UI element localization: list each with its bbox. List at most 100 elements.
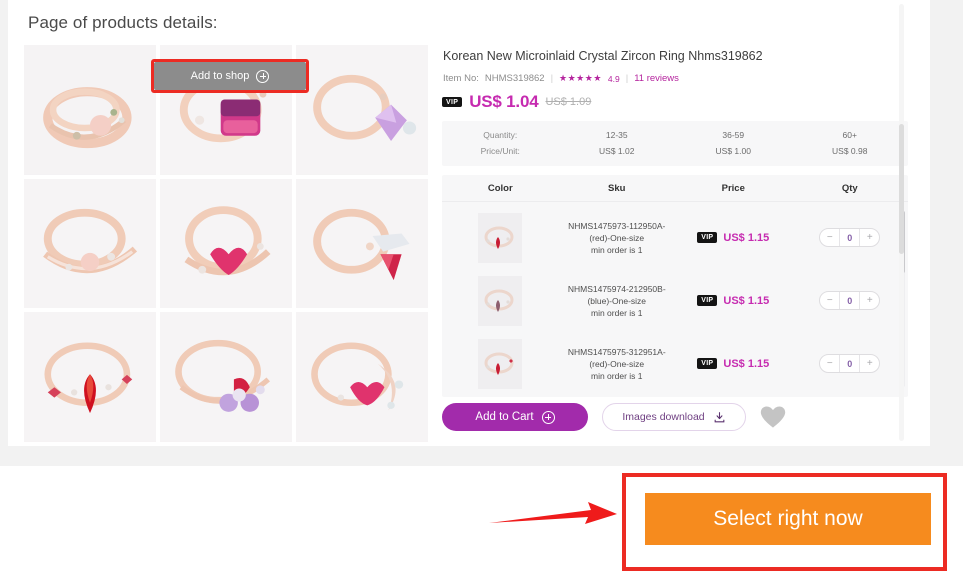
tier-quantity-label: Quantity: xyxy=(483,130,518,140)
add-to-shop-highlight-box: Add to shop xyxy=(151,59,309,93)
images-download-button[interactable]: Images download xyxy=(602,403,746,431)
sku-color-cell xyxy=(442,275,559,326)
ring-thumb-red-star-icon xyxy=(478,338,523,389)
sku-thumbnail[interactable] xyxy=(478,212,523,263)
quantity-decrease-button[interactable]: − xyxy=(820,229,839,246)
page-title: Page of products details: xyxy=(28,13,218,32)
table-row: NHMS1475973-112950A- (red)-One-size min … xyxy=(442,206,908,269)
gallery-cell[interactable] xyxy=(160,312,292,442)
tier-price-row: Price/Unit: US$ 1.02 US$ 1.00 US$ 0.98 xyxy=(442,143,908,159)
select-right-now-label: Select right now xyxy=(713,507,863,530)
quantity-decrease-button[interactable]: − xyxy=(820,355,839,372)
tier-price-3: US$ 0.98 xyxy=(832,146,868,156)
page-scrollbar-thumb[interactable] xyxy=(899,124,904,254)
gallery-cell[interactable] xyxy=(296,45,428,175)
quantity-value[interactable]: 0 xyxy=(839,229,861,246)
quantity-value[interactable]: 0 xyxy=(839,292,861,309)
tier-quantity-2: 36-59 xyxy=(722,130,745,140)
sku-vip-badge: VIP xyxy=(697,295,718,306)
sku-table-header: Color Sku Price Qty xyxy=(442,175,908,202)
add-to-shop-label: Add to shop xyxy=(190,70,250,82)
sku-name-cell: NHMS1475975-312951A- (red)-One-size min … xyxy=(559,346,676,382)
tier-quantity-row: Quantity: 12-35 36-59 60+ xyxy=(442,127,908,143)
ring-thumb-red-icon xyxy=(478,212,523,263)
sku-vip-badge: VIP xyxy=(697,358,718,369)
sku-color-cell xyxy=(442,212,559,263)
heart-icon[interactable] xyxy=(760,405,786,429)
product-image-grid xyxy=(24,45,428,442)
sku-column-sku: Sku xyxy=(608,183,626,194)
price-row: VIP US$ 1.04 US$ 1.09 xyxy=(442,92,914,112)
add-to-shop-button[interactable]: Add to shop xyxy=(154,62,306,90)
sku-thumbnail[interactable] xyxy=(478,338,523,389)
sku-min-order: min order is 1 xyxy=(591,370,643,381)
gallery-cell[interactable] xyxy=(24,45,156,175)
sku-code: NHMS1475975-312951A- xyxy=(567,346,666,357)
sku-qty-cell: − 0 + xyxy=(792,291,909,310)
quantity-increase-button[interactable]: + xyxy=(860,355,879,372)
gallery-cell[interactable] xyxy=(296,312,428,442)
gallery-cell[interactable] xyxy=(160,178,292,309)
tier-quantity-3: 60+ xyxy=(842,130,857,140)
quantity-stepper[interactable]: − 0 + xyxy=(819,291,881,310)
red-right-arrow-icon xyxy=(489,502,617,524)
add-to-cart-button[interactable]: Add to Cart xyxy=(442,403,588,431)
ring-photo-6-icon xyxy=(296,178,428,309)
sku-table-body: NHMS1475973-112950A- (red)-One-size min … xyxy=(442,206,908,397)
sku-variant-table: Color Sku Price Qty NHMS1475973-112950A-… xyxy=(442,175,908,397)
tier-price-label: Price/Unit: xyxy=(480,146,520,156)
quantity-stepper[interactable]: − 0 + xyxy=(819,354,881,373)
gallery-cell[interactable] xyxy=(296,178,428,309)
item-no-label: Item No: xyxy=(443,73,479,84)
sku-min-order: min order is 1 xyxy=(591,307,643,318)
sku-qty-cell: − 0 + xyxy=(792,228,909,247)
download-icon xyxy=(714,411,725,422)
sku-column-price: Price xyxy=(721,183,745,194)
sku-variant: (blue)-One-size xyxy=(587,295,647,306)
sku-column-color: Color xyxy=(487,183,513,194)
sku-variant: (red)-One-size xyxy=(589,232,645,243)
ring-thumb-blue-icon xyxy=(478,275,523,326)
quantity-increase-button[interactable]: + xyxy=(860,229,879,246)
sku-name-block: NHMS1475975-312951A- (red)-One-size min … xyxy=(568,346,666,382)
tier-quantity-1: 12-35 xyxy=(605,130,628,140)
original-price: US$ 1.09 xyxy=(545,96,592,108)
tier-price-2: US$ 1.00 xyxy=(715,146,751,156)
gallery-cell[interactable] xyxy=(24,178,156,309)
quantity-stepper[interactable]: − 0 + xyxy=(819,228,881,247)
ring-photo-8-icon xyxy=(160,312,292,442)
sku-name-block: NHMS1475974-212950B- (blue)-One-size min… xyxy=(568,283,666,319)
ring-photo-3-icon xyxy=(296,45,428,175)
sku-thumbnail[interactable] xyxy=(478,275,523,326)
table-row-partial xyxy=(442,395,908,397)
meta-divider-2: | xyxy=(625,73,629,84)
images-download-label: Images download xyxy=(622,411,705,423)
table-row: NHMS1475975-312951A- (red)-One-size min … xyxy=(442,332,908,395)
quantity-value[interactable]: 0 xyxy=(839,355,861,372)
product-action-row: Add to Cart Images download xyxy=(442,403,786,431)
product-details-card: Page of products details: Add to shop Ko… xyxy=(8,0,930,446)
screenshot-root: Page of products details: Add to shop Ko… xyxy=(0,0,963,587)
ring-photo-1-icon xyxy=(24,45,156,175)
vip-badge: VIP xyxy=(442,96,463,108)
ring-photo-7-icon xyxy=(24,312,156,442)
sku-price-value: US$ 1.15 xyxy=(723,357,770,370)
plus-circle-icon xyxy=(256,69,270,83)
current-price: US$ 1.04 xyxy=(469,92,539,111)
sku-price-value: US$ 1.15 xyxy=(723,231,770,244)
quantity-increase-button[interactable]: + xyxy=(860,292,879,309)
ring-photo-4-icon xyxy=(24,178,156,309)
gallery-cell[interactable] xyxy=(24,312,156,442)
sku-column-qty: Qty xyxy=(841,183,858,194)
sku-price-cell: VIP US$ 1.15 xyxy=(675,232,792,244)
tier-price-1: US$ 1.02 xyxy=(599,146,635,156)
quantity-decrease-button[interactable]: − xyxy=(820,292,839,309)
item-no-value: NHMS319862 xyxy=(484,73,545,84)
page-scrollbar[interactable] xyxy=(899,4,904,441)
product-meta-row: Item No: NHMS319862 | ★★★★★ 4.9 | 11 rev… xyxy=(443,73,914,84)
sku-code: NHMS1475973-112950A- xyxy=(568,220,666,231)
select-right-now-button[interactable]: Select right now xyxy=(645,493,931,545)
rating-value: 4.9 xyxy=(607,73,620,84)
table-row: NHMS1475974-212950B- (blue)-One-size min… xyxy=(442,269,908,332)
reviews-link[interactable]: 11 reviews xyxy=(634,73,679,84)
